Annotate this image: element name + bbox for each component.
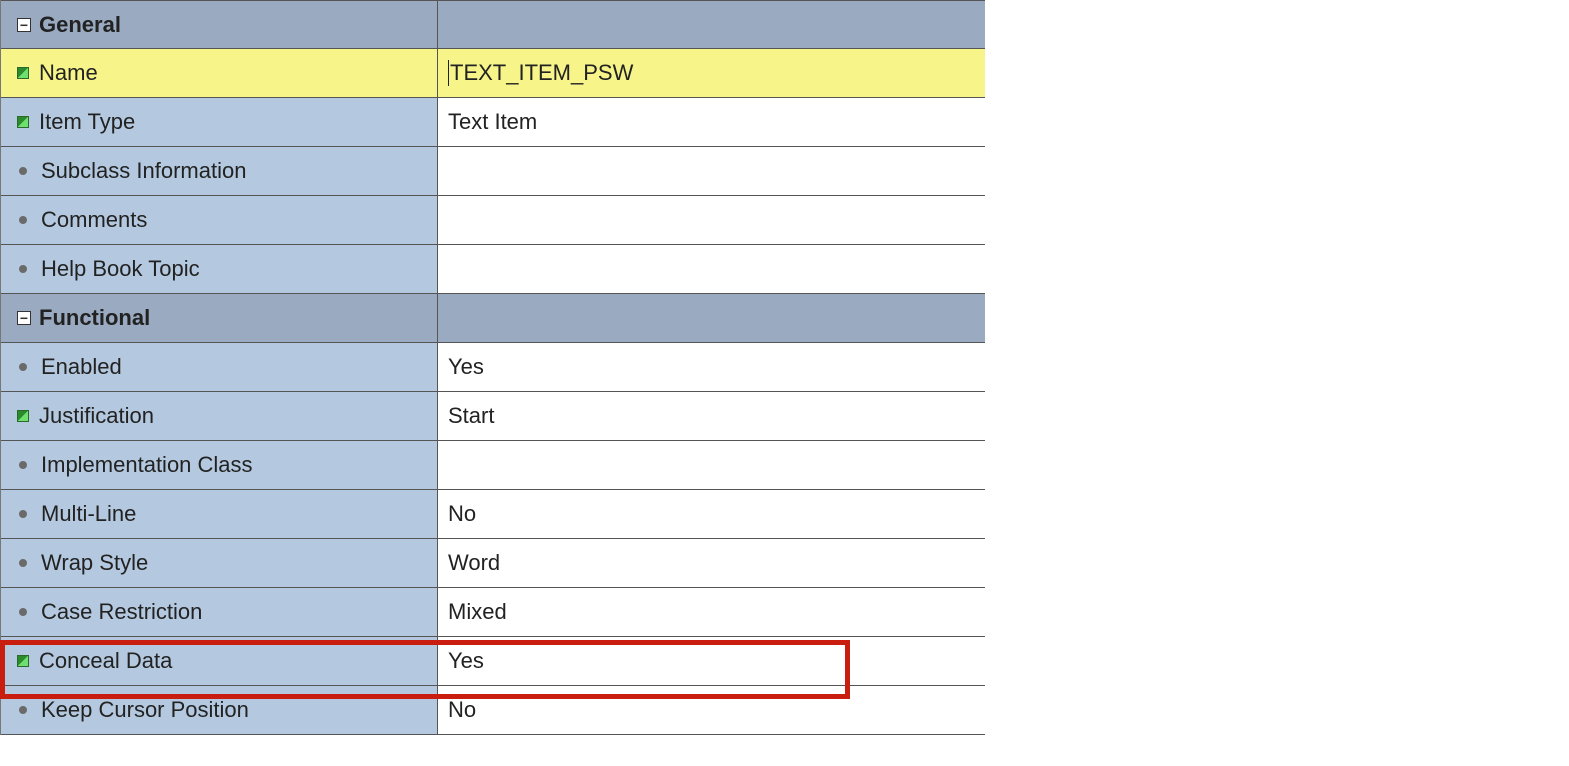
property-value: TEXT_ITEM_PSW — [450, 60, 633, 86]
modified-icon — [17, 67, 29, 79]
property-row-justification[interactable]: Justification Start — [1, 392, 985, 441]
property-row-case-restriction[interactable]: Case Restriction Mixed — [1, 588, 985, 637]
default-icon — [19, 265, 27, 273]
collapse-icon[interactable]: − — [17, 18, 31, 32]
property-label: Multi-Line — [41, 501, 136, 527]
property-value-cell[interactable] — [438, 196, 985, 244]
property-label: Help Book Topic — [41, 256, 200, 282]
section-header-general[interactable]: − General — [1, 0, 985, 49]
section-header-spacer — [438, 1, 985, 48]
property-value-cell[interactable]: Yes — [438, 637, 985, 685]
section-header-spacer — [438, 294, 985, 342]
collapse-icon[interactable]: − — [17, 311, 31, 325]
default-icon — [19, 461, 27, 469]
property-row-item-type[interactable]: Item Type Text Item — [1, 98, 985, 147]
property-row-multi-line[interactable]: Multi-Line No — [1, 490, 985, 539]
property-row-comments[interactable]: Comments — [1, 196, 985, 245]
property-value: No — [448, 697, 476, 723]
property-label: Keep Cursor Position — [41, 697, 249, 723]
property-value-cell[interactable]: Mixed — [438, 588, 985, 636]
property-value: Yes — [448, 648, 484, 674]
property-label: Justification — [39, 403, 154, 429]
section-title: General — [39, 12, 121, 38]
property-value-cell[interactable]: No — [438, 490, 985, 538]
modified-icon — [17, 655, 29, 667]
property-value: Mixed — [448, 599, 507, 625]
property-row-enabled[interactable]: Enabled Yes — [1, 343, 985, 392]
property-value: Word — [448, 550, 500, 576]
default-icon — [19, 559, 27, 567]
property-row-impl-class[interactable]: Implementation Class — [1, 441, 985, 490]
property-value-cell[interactable] — [438, 441, 985, 489]
property-value-input[interactable]: TEXT_ITEM_PSW — [438, 49, 985, 97]
default-icon — [19, 167, 27, 175]
property-value-cell[interactable]: Start — [438, 392, 985, 440]
property-row-conceal-data[interactable]: Conceal Data Yes — [1, 637, 985, 686]
property-row-subclass[interactable]: Subclass Information — [1, 147, 985, 196]
property-value-cell[interactable]: Word — [438, 539, 985, 587]
property-value-cell[interactable]: Yes — [438, 343, 985, 391]
property-value-cell[interactable] — [438, 245, 985, 293]
property-palette: − General Name TEXT_ITEM_PSW Item Type T… — [0, 0, 985, 735]
property-value-cell[interactable]: No — [438, 686, 985, 734]
property-value-cell[interactable] — [438, 147, 985, 195]
property-row-help-book[interactable]: Help Book Topic — [1, 245, 985, 294]
property-row-keep-cursor[interactable]: Keep Cursor Position No — [1, 686, 985, 735]
property-label: Case Restriction — [41, 599, 202, 625]
property-row-name[interactable]: Name TEXT_ITEM_PSW — [1, 49, 985, 98]
property-label: Wrap Style — [41, 550, 148, 576]
property-value: Yes — [448, 354, 484, 380]
default-icon — [19, 706, 27, 714]
property-label: Conceal Data — [39, 648, 172, 674]
modified-icon — [17, 410, 29, 422]
property-label: Implementation Class — [41, 452, 253, 478]
modified-icon — [17, 116, 29, 128]
property-value: Text Item — [448, 109, 537, 135]
property-label: Comments — [41, 207, 147, 233]
default-icon — [19, 216, 27, 224]
property-label: Subclass Information — [41, 158, 246, 184]
property-value: Start — [448, 403, 494, 429]
default-icon — [19, 510, 27, 518]
property-row-wrap-style[interactable]: Wrap Style Word — [1, 539, 985, 588]
property-value: No — [448, 501, 476, 527]
property-label: Name — [39, 60, 98, 86]
default-icon — [19, 363, 27, 371]
default-icon — [19, 608, 27, 616]
section-title: Functional — [39, 305, 150, 331]
section-header-functional[interactable]: − Functional — [1, 294, 985, 343]
property-label: Item Type — [39, 109, 135, 135]
property-label: Enabled — [41, 354, 122, 380]
text-caret-icon — [448, 60, 449, 86]
property-value-cell[interactable]: Text Item — [438, 98, 985, 146]
